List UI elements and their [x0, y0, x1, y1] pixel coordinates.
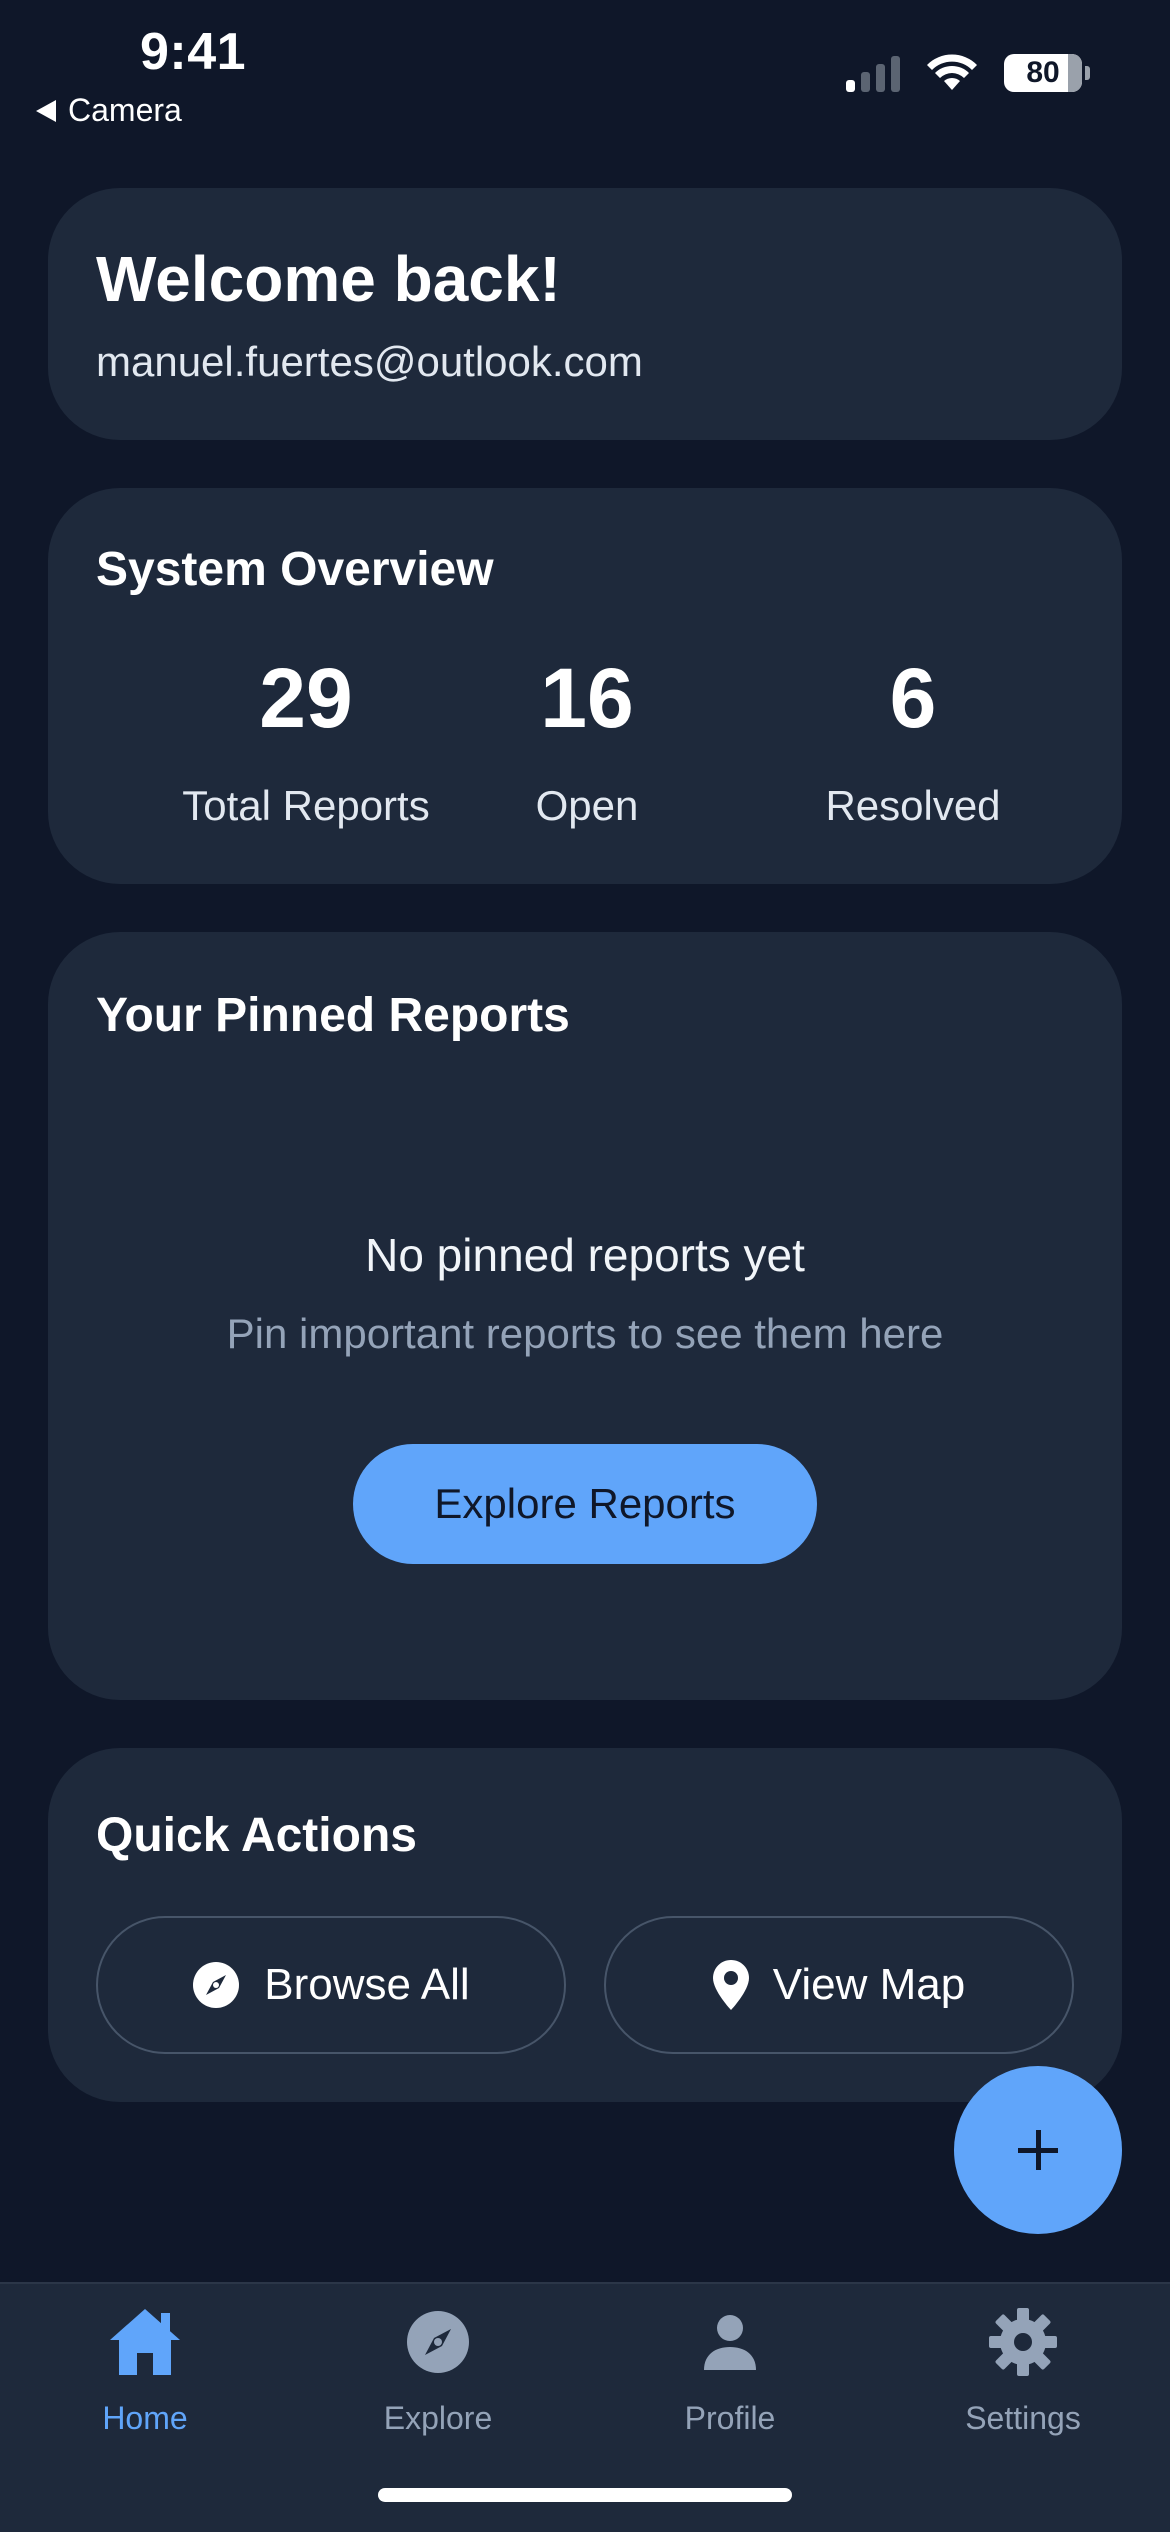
empty-state-title: No pinned reports yet — [365, 1229, 805, 1281]
stat-resolved: 6 Resolved — [763, 656, 1063, 830]
welcome-title: Welcome back! — [96, 243, 561, 315]
home-screen: 9:41 Camera 80 Welcome back! manuel.fuer… — [0, 0, 1170, 2532]
stat-label: Resolved — [825, 782, 1001, 829]
tab-label: Profile — [684, 2400, 776, 2436]
tab-label: Settings — [965, 2400, 1081, 2436]
battery-level: 80 — [1026, 56, 1060, 89]
welcome-card: Welcome back! manuel.fuertes@outlook.com — [48, 188, 1122, 440]
tab-settings[interactable]: Settings — [923, 2304, 1123, 2437]
tab-profile[interactable]: Profile — [630, 2304, 830, 2437]
add-report-fab[interactable] — [954, 2066, 1122, 2234]
quick-actions-title: Quick Actions — [96, 1809, 417, 1862]
pinned-title: Your Pinned Reports — [96, 989, 570, 1042]
cellular-signal-icon — [846, 54, 900, 92]
stat-value: 16 — [540, 651, 634, 745]
battery-icon: 80 — [1004, 54, 1082, 92]
stat-value: 29 — [259, 651, 353, 745]
explore-reports-button[interactable]: Explore Reports — [353, 1444, 817, 1564]
browse-all-button[interactable]: Browse All — [96, 1916, 566, 2054]
location-pin-icon — [712, 1960, 749, 2010]
empty-state-subtitle: Pin important reports to see them here — [226, 1310, 944, 1357]
stat-total-reports: 29 Total Reports — [156, 656, 456, 830]
overview-title: System Overview — [96, 543, 494, 596]
back-arrow-icon — [36, 99, 56, 122]
system-overview-card: System Overview 29 Total Reports 16 Open… — [48, 488, 1122, 884]
pinned-reports-card: Your Pinned Reports No pinned reports ye… — [48, 932, 1122, 1700]
home-icon — [110, 2309, 180, 2375]
back-app-label: Camera — [68, 92, 182, 128]
stat-label: Total Reports — [182, 782, 430, 829]
status-icons: 80 — [846, 54, 1090, 92]
home-indicator[interactable] — [378, 2488, 792, 2502]
quick-actions-card: Quick Actions Browse All View Map — [48, 1748, 1122, 2102]
tab-home[interactable]: Home — [45, 2304, 245, 2437]
status-bar: 9:41 Camera 80 — [0, 0, 1170, 140]
stat-open: 16 Open — [437, 656, 737, 830]
view-map-button[interactable]: View Map — [604, 1916, 1074, 2054]
compass-icon — [193, 1962, 240, 2008]
plus-icon — [1018, 2130, 1058, 2170]
user-email: manuel.fuertes@outlook.com — [96, 338, 643, 385]
compass-icon — [407, 2311, 469, 2373]
back-to-app-link[interactable]: Camera — [36, 92, 182, 129]
status-time: 9:41 — [140, 23, 247, 81]
tab-label: Home — [102, 2400, 188, 2436]
browse-all-label: Browse All — [264, 1960, 470, 2009]
view-map-label: View Map — [772, 1960, 966, 2009]
wifi-icon — [927, 54, 977, 90]
stat-label: Open — [535, 782, 639, 829]
person-icon — [704, 2315, 756, 2370]
tab-explore[interactable]: Explore — [338, 2304, 538, 2437]
stat-value: 6 — [889, 651, 937, 745]
gear-icon — [989, 2308, 1057, 2376]
tab-label: Explore — [383, 2400, 493, 2436]
